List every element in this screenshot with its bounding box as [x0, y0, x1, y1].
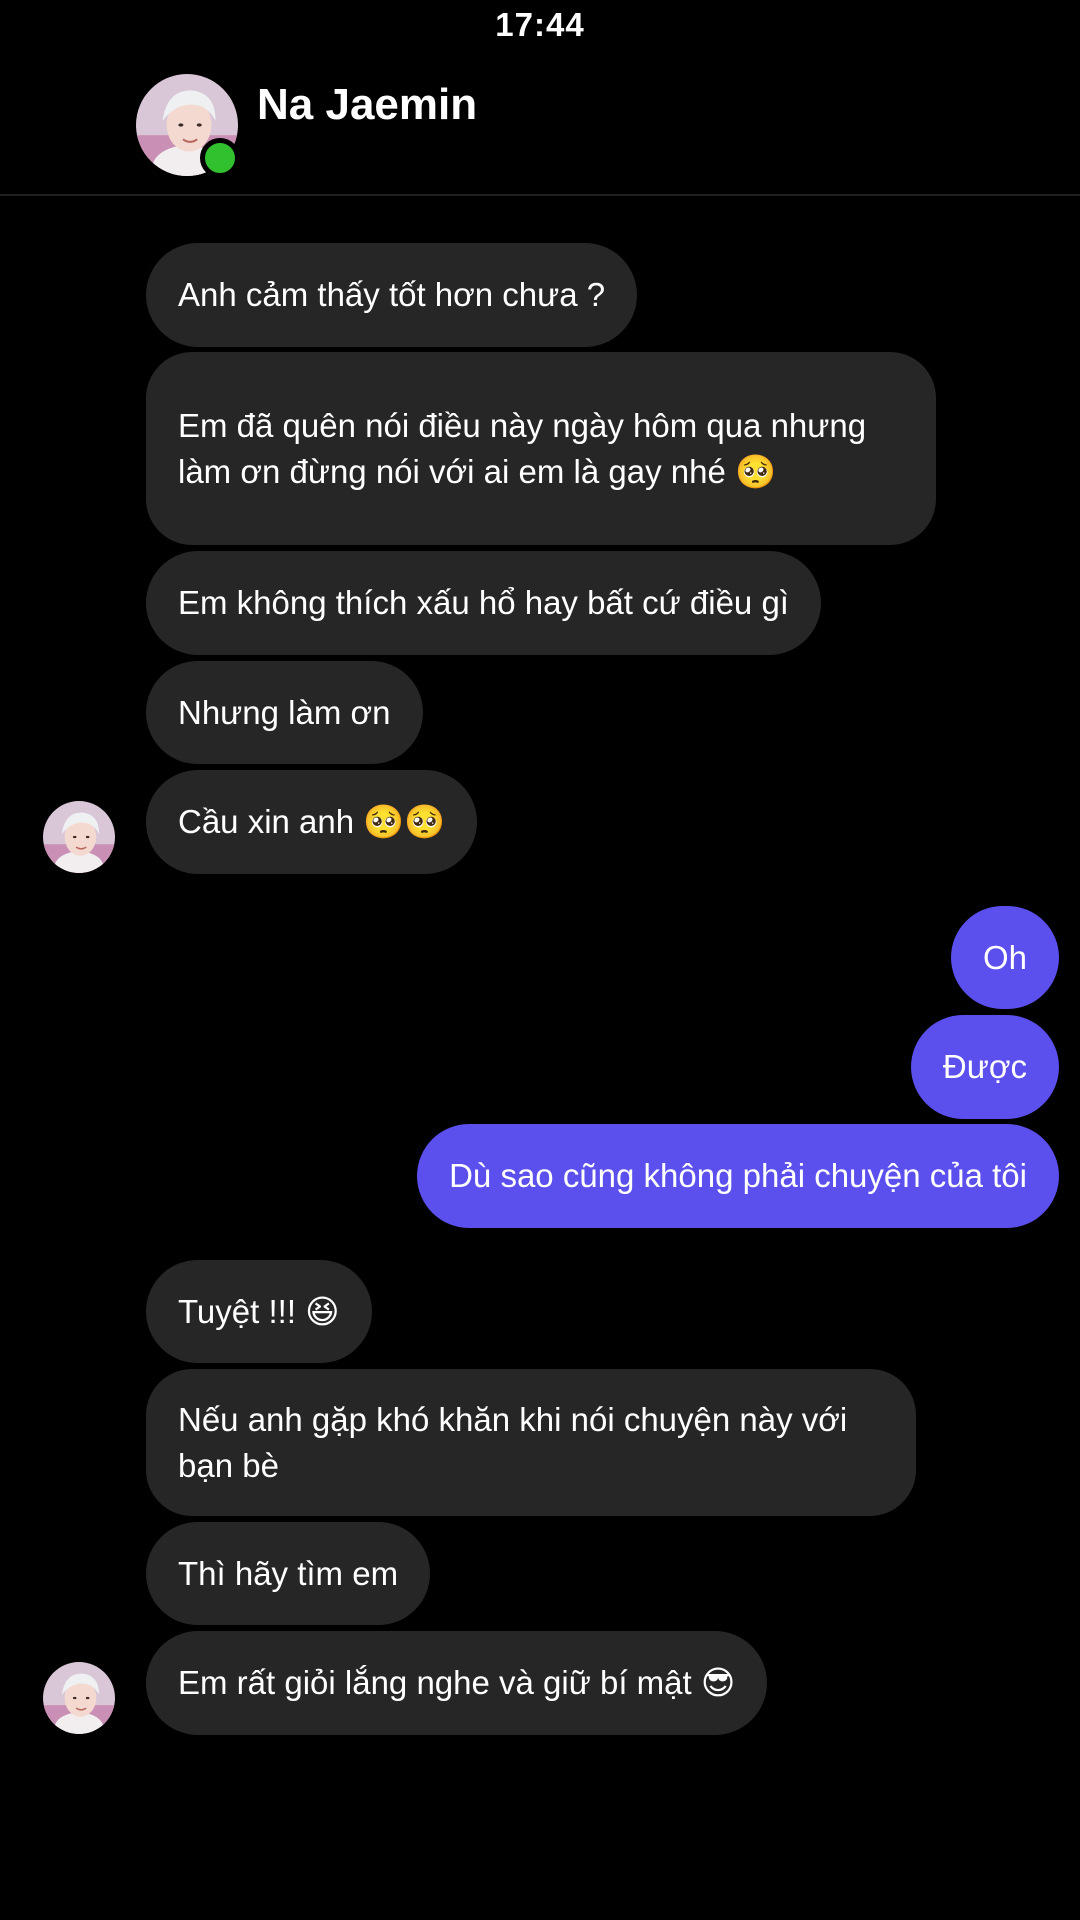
message-bubble-outgoing[interactable]: Oh: [950, 906, 1059, 1009]
message-text: Cầu xin anh 🥺🥺: [178, 803, 446, 840]
message-text: Anh cảm thấy tốt hơn chưa ?: [178, 276, 606, 313]
message-text: Em rất giỏi lắng nghe và giữ bí mật 😎: [178, 1664, 736, 1701]
sender-avatar[interactable]: [43, 1662, 115, 1734]
sender-avatar[interactable]: [43, 801, 115, 873]
message-text: Nhưng làm ơn: [178, 693, 391, 731]
message-bubble-outgoing[interactable]: Được: [910, 1015, 1059, 1119]
message-bubble-incoming[interactable]: Cầu xin anh 🥺🥺: [146, 770, 478, 874]
message-text: Oh: [982, 938, 1027, 976]
message-text: Em đã quên nói điều này ngày hôm qua như…: [178, 406, 867, 490]
message-text: Tuyệt !!! 😆: [178, 1292, 340, 1330]
message-list: Anh cảm thấy tốt hơn chưa ? Em đã quên n…: [0, 0, 1080, 1920]
message-bubble-outgoing[interactable]: Dù sao cũng không phải chuyện của tôi: [417, 1124, 1059, 1228]
message-text: Nếu anh gặp khó khăn khi nói chuyện này …: [178, 1400, 848, 1484]
message-bubble-incoming[interactable]: Nhưng làm ơn: [146, 661, 423, 764]
message-bubble-incoming[interactable]: Thì hãy tìm em: [146, 1522, 431, 1625]
message-bubble-incoming[interactable]: Em đã quên nói điều này ngày hôm qua như…: [146, 352, 936, 545]
message-text: Dù sao cũng không phải chuyện của tôi: [449, 1157, 1027, 1194]
message-bubble-incoming[interactable]: Em không thích xấu hổ hay bất cứ điều gì: [146, 551, 821, 655]
message-text: Em không thích xấu hổ hay bất cứ điều gì: [178, 584, 789, 621]
message-bubble-incoming[interactable]: Anh cảm thấy tốt hơn chưa ?: [146, 243, 638, 347]
message-bubble-incoming[interactable]: Em rất giỏi lắng nghe và giữ bí mật 😎: [146, 1631, 768, 1735]
message-bubble-incoming[interactable]: Nếu anh gặp khó khăn khi nói chuyện này …: [146, 1369, 916, 1516]
message-text: Thì hãy tìm em: [178, 1554, 399, 1592]
message-text: Được: [942, 1048, 1027, 1085]
message-bubble-incoming[interactable]: Tuyệt !!! 😆: [146, 1260, 372, 1363]
